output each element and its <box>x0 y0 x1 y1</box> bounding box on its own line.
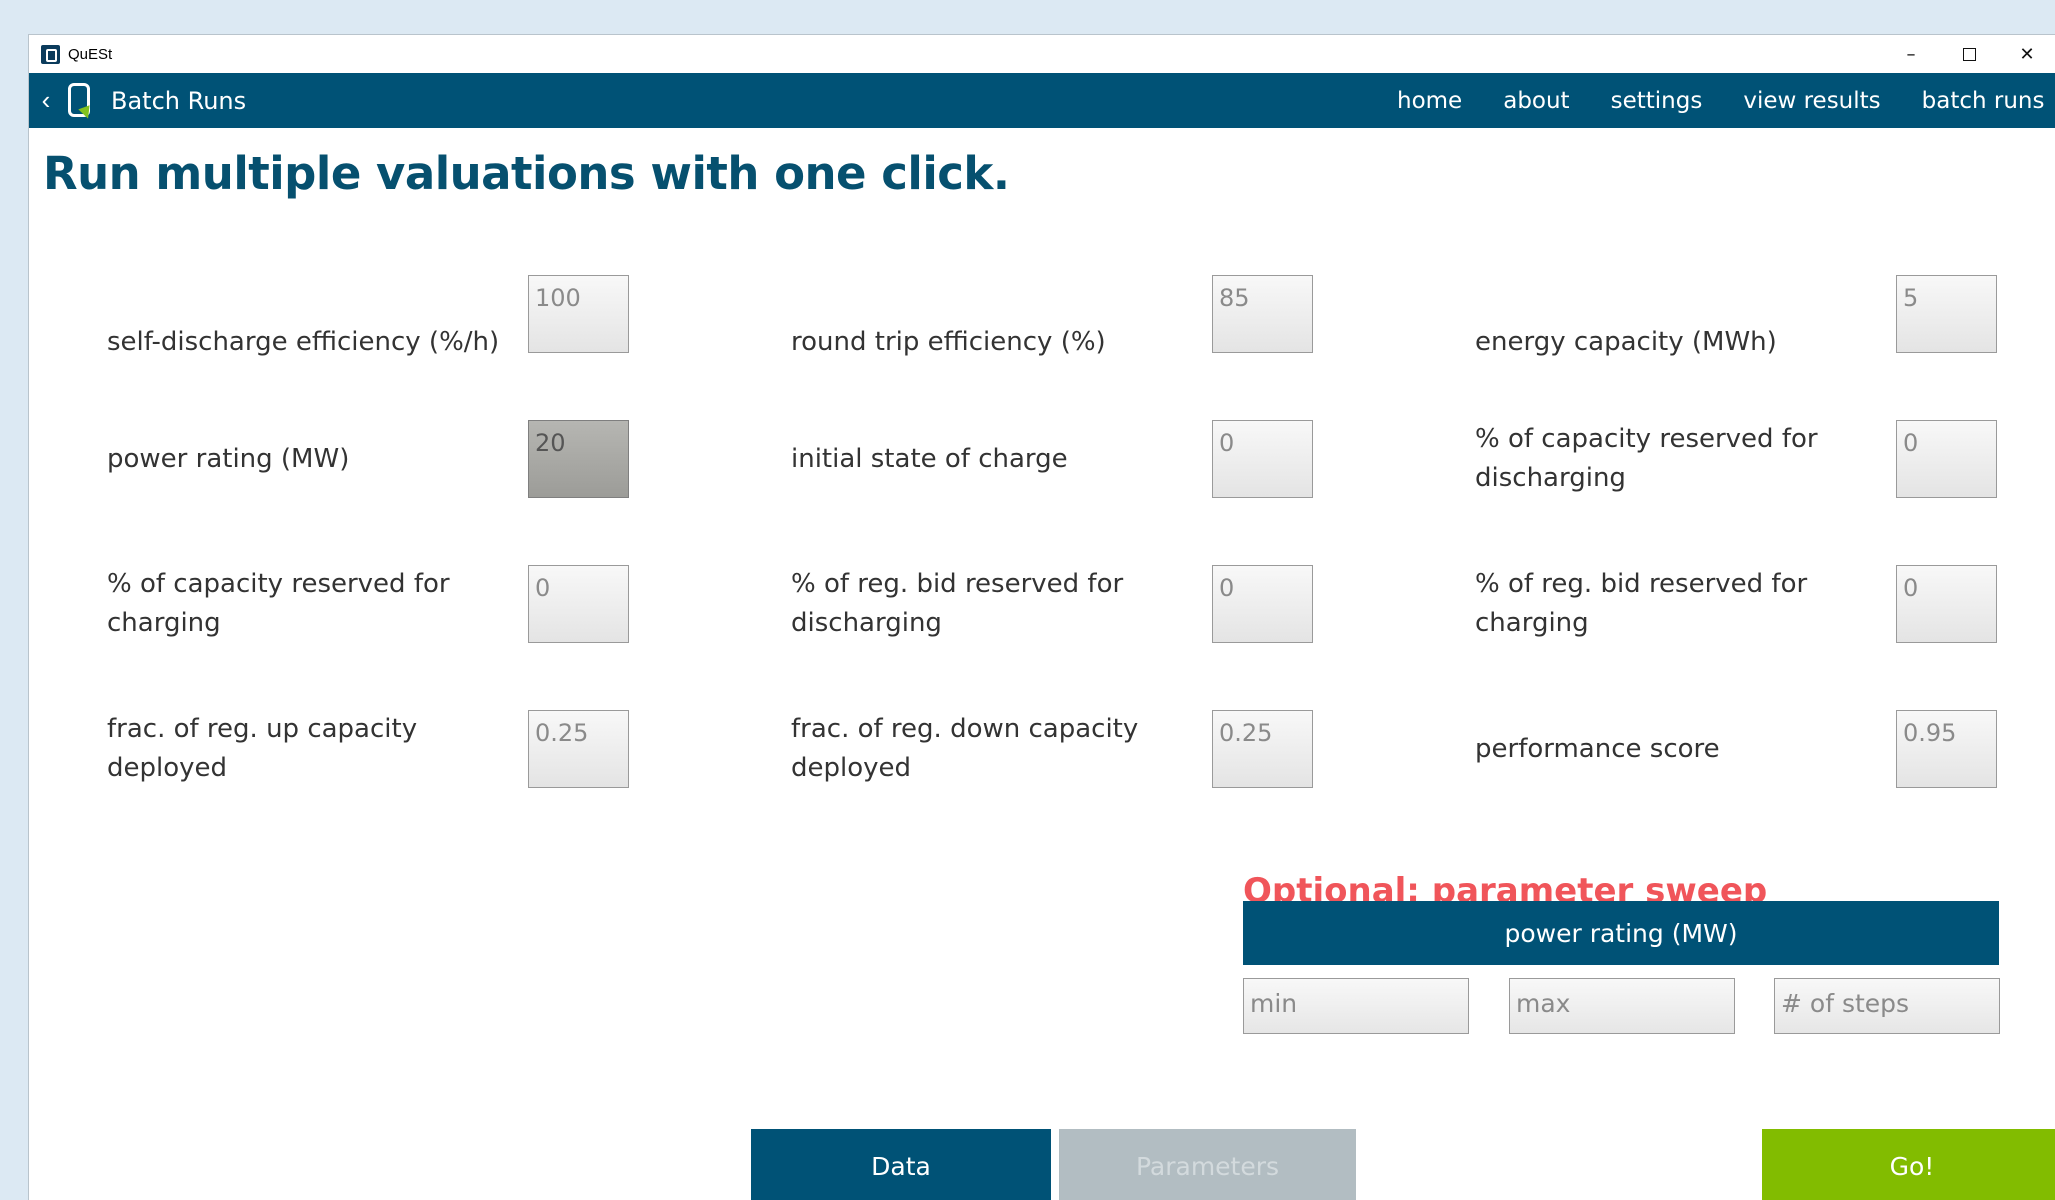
nav-link-home[interactable]: home <box>1397 88 1462 114</box>
nav-links: home about settings view results batch r… <box>1397 73 2055 128</box>
param-label: initial state of charge <box>791 443 1068 474</box>
capacity-reserved-charging-input[interactable]: 0 <box>528 565 629 643</box>
nav-link-about[interactable]: about <box>1503 88 1569 114</box>
param-label: performance score <box>1475 733 1720 764</box>
self-discharge-efficiency-input[interactable]: 100 <box>528 275 629 353</box>
tab-data[interactable]: Data <box>751 1129 1051 1200</box>
round-trip-efficiency-input[interactable]: 85 <box>1212 275 1313 353</box>
sweep-parameter-selector[interactable]: power rating (MW) <box>1243 901 1999 965</box>
param-label: frac. of reg. up capacity deployed <box>107 714 418 783</box>
navigation-bar: ‹ Batch Runs home about settings view re… <box>29 73 2055 128</box>
page-title: Run multiple valuations with one click. <box>43 147 1010 200</box>
quest-app-icon <box>41 44 60 64</box>
performance-score-input[interactable]: 0.95 <box>1896 710 1997 788</box>
go-button[interactable]: Go! <box>1762 1129 2055 1200</box>
param-label: self-discharge efficiency (%/h) <box>107 326 500 357</box>
title-bar: QuESt – ✕ <box>29 35 2055 73</box>
quest-logo-icon <box>65 79 95 123</box>
minimize-button[interactable]: – <box>1882 35 1940 73</box>
maximize-icon <box>1962 47 1976 61</box>
param-label: % of reg. bid reserved for discharging <box>791 569 1124 638</box>
energy-capacity-input[interactable]: 5 <box>1896 275 1997 353</box>
tab-parameters[interactable]: Parameters <box>1059 1129 1356 1200</box>
reg-down-capacity-deployed-input[interactable]: 0.25 <box>1212 710 1313 788</box>
power-rating-input[interactable]: 20 <box>528 420 629 498</box>
back-button[interactable]: ‹ <box>35 81 57 121</box>
window-controls: – ✕ <box>1882 35 2055 73</box>
sweep-min-input[interactable]: min <box>1243 978 1469 1034</box>
maximize-button[interactable] <box>1940 35 1998 73</box>
close-button[interactable]: ✕ <box>1998 35 2055 73</box>
param-label: power rating (MW) <box>107 443 350 474</box>
sweep-max-input[interactable]: max <box>1509 978 1735 1034</box>
param-label: % of capacity reserved for charging <box>107 569 450 638</box>
capacity-reserved-discharging-input[interactable]: 0 <box>1896 420 1997 498</box>
param-label: % of capacity reserved for discharging <box>1475 424 1818 493</box>
nav-link-settings[interactable]: settings <box>1611 88 1703 114</box>
app-window: QuESt – ✕ ‹ Batch Runs home about settin… <box>28 34 2055 1200</box>
reg-bid-reserved-discharging-input[interactable]: 0 <box>1212 565 1313 643</box>
initial-state-of-charge-input[interactable]: 0 <box>1212 420 1313 498</box>
sweep-steps-input[interactable]: # of steps <box>1774 978 2000 1034</box>
reg-up-capacity-deployed-input[interactable]: 0.25 <box>528 710 629 788</box>
param-label: round trip efficiency (%) <box>791 326 1106 357</box>
nav-link-view-results[interactable]: view results <box>1743 88 1880 114</box>
reg-bid-reserved-charging-input[interactable]: 0 <box>1896 565 1997 643</box>
param-label: % of reg. bid reserved for charging <box>1475 569 1808 638</box>
param-label: frac. of reg. down capacity deployed <box>791 714 1139 783</box>
nav-title: Batch Runs <box>111 86 247 115</box>
nav-link-batch-runs[interactable]: batch runs <box>1922 88 2045 114</box>
param-label: energy capacity (MWh) <box>1475 326 1777 357</box>
window-title: QuESt <box>68 45 113 63</box>
